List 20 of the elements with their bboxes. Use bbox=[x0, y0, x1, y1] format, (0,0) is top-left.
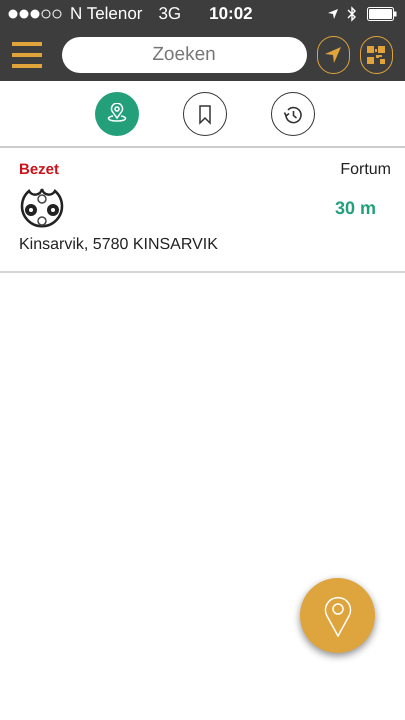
operator-name: Fortum bbox=[340, 160, 391, 180]
menu-icon[interactable] bbox=[12, 42, 42, 68]
tab[interactable] bbox=[270, 92, 314, 136]
status-label: Bezet bbox=[19, 160, 60, 180]
navigation-button[interactable] bbox=[316, 36, 350, 74]
battery-icon bbox=[367, 7, 397, 21]
location-arrow-icon bbox=[327, 8, 339, 20]
tab[interactable] bbox=[182, 92, 226, 136]
distance-label: 30 m bbox=[334, 196, 376, 220]
search-field[interactable]: Zoeken bbox=[62, 36, 307, 72]
station-address: Kinsarvik, 5780 KINSARVIK bbox=[19, 235, 219, 255]
bluetooth-icon bbox=[347, 6, 357, 22]
navigation-arrow-icon bbox=[324, 46, 342, 64]
carrier-name: N Telenor bbox=[70, 3, 142, 26]
qr-scan-button[interactable] bbox=[360, 36, 394, 74]
map-pin-icon bbox=[324, 594, 352, 636]
map-pin-icon bbox=[104, 102, 128, 124]
clock: 10:02 bbox=[209, 3, 253, 26]
network-type: 3G bbox=[158, 3, 182, 26]
qr-code-icon bbox=[367, 46, 386, 64]
